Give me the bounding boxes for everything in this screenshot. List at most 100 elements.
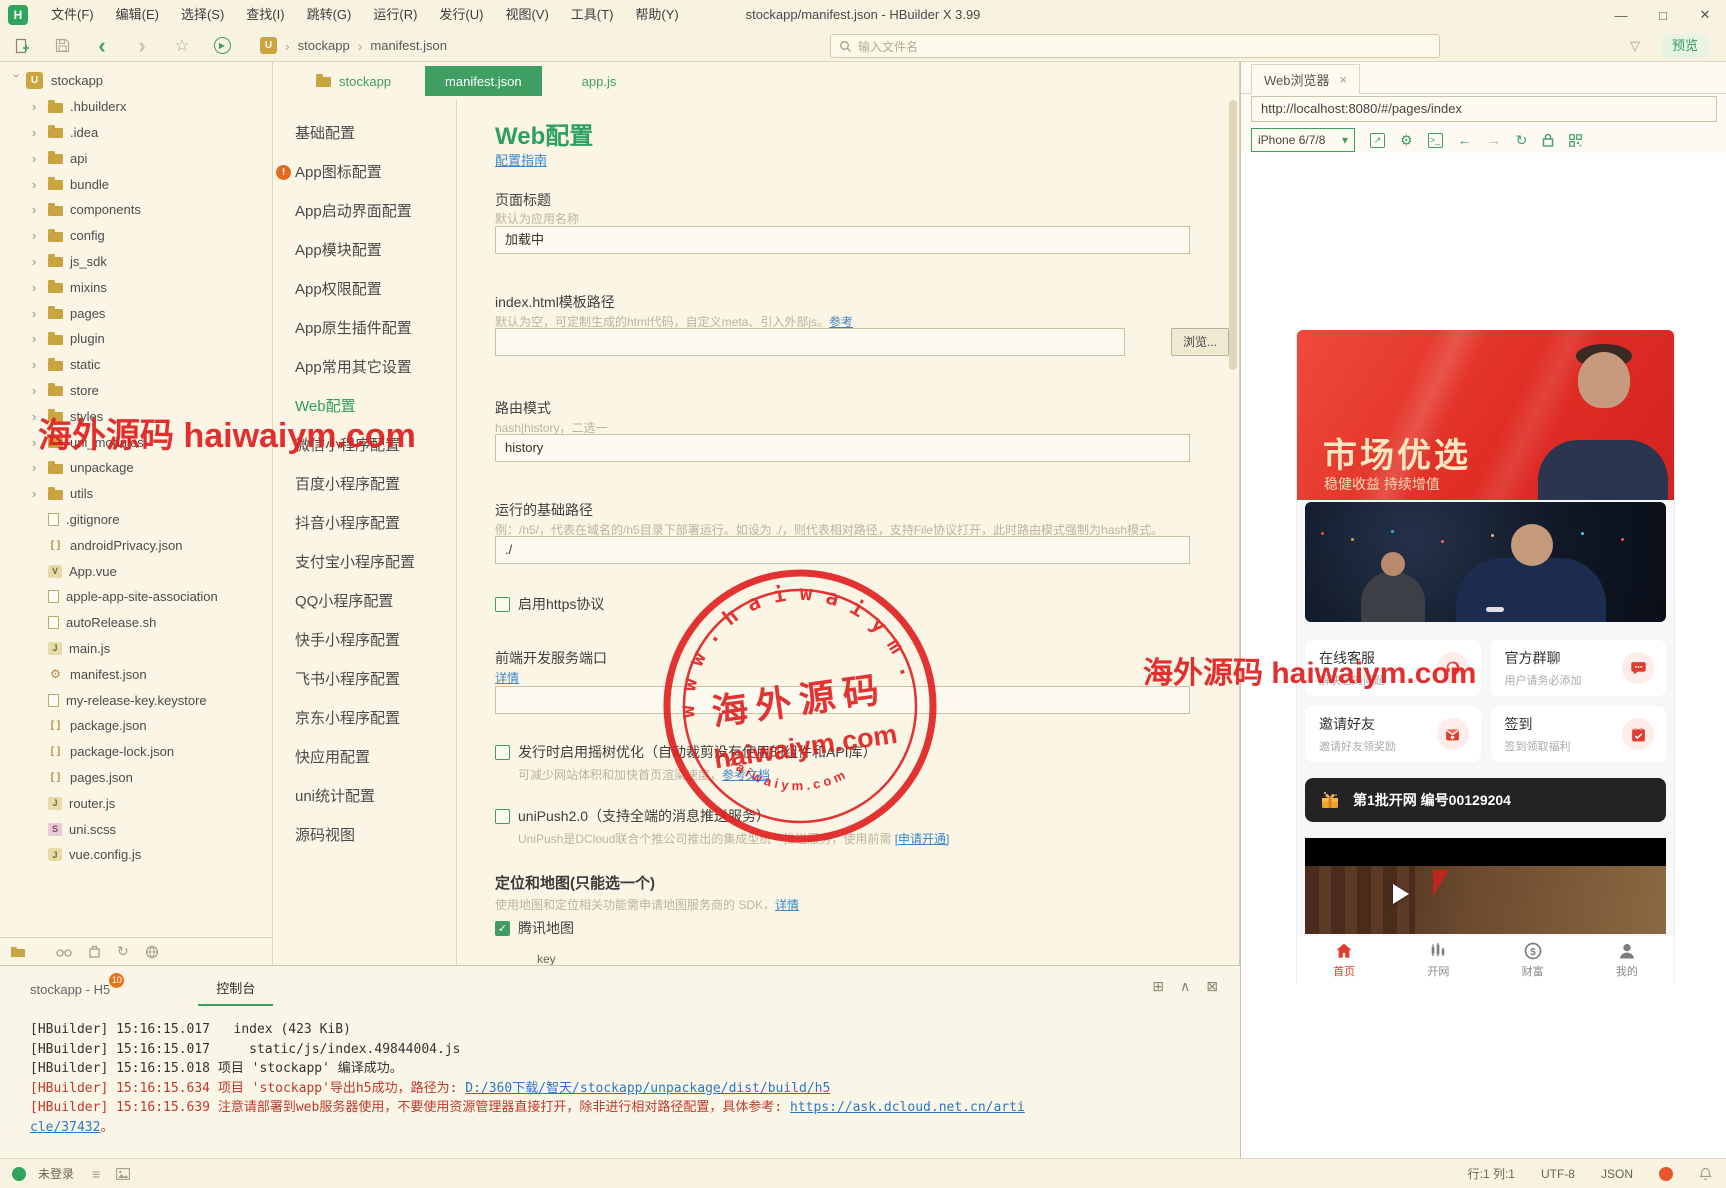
save-icon[interactable] (52, 36, 72, 56)
checkbox-unchecked-icon[interactable] (495, 745, 510, 760)
tree-item-autoRelease.sh[interactable]: autoRelease.sh (0, 610, 272, 636)
map-detail-link[interactable]: 详情 (775, 898, 799, 912)
nav-item-我的[interactable]: 我的 (1580, 936, 1674, 983)
browse-button[interactable]: 浏览... (1171, 328, 1229, 356)
tree-item-.hbuilderx[interactable]: ›.hbuilderx (0, 94, 272, 120)
maximize-button[interactable]: □ (1642, 0, 1684, 30)
template-path-input[interactable] (495, 328, 1125, 356)
devtools-console-icon[interactable]: >_ (1428, 133, 1443, 148)
section-item-飞书小程序配置[interactable]: 飞书小程序配置 (273, 660, 456, 699)
menu-item-4[interactable]: 跳转(G) (296, 0, 363, 30)
https-checkbox-row[interactable]: 启用https协议 (495, 594, 604, 614)
tree-item-package-lock.json[interactable]: [ ]package-lock.json (0, 739, 272, 765)
menu-item-2[interactable]: 选择(S) (170, 0, 235, 30)
menu-item-7[interactable]: 视图(V) (494, 0, 559, 30)
close-icon[interactable]: × (1340, 72, 1348, 87)
project-manager-icon[interactable] (10, 945, 26, 958)
login-status-icon[interactable] (12, 1167, 26, 1181)
section-item-快应用配置[interactable]: 快应用配置 (273, 738, 456, 777)
tree-item-store[interactable]: ›store (0, 378, 272, 404)
browser-globe-icon[interactable] (145, 945, 159, 959)
video-thumbnail[interactable] (1305, 502, 1666, 622)
settings-gear-icon[interactable]: ⚙ (1400, 132, 1413, 149)
console-link[interactable]: https://ask.dcloud.net.cn/arti (790, 1100, 1025, 1115)
run-icon[interactable]: ▶ (212, 36, 232, 56)
dev-port-detail-link[interactable]: 详情 (495, 669, 519, 686)
lock-icon[interactable] (1542, 133, 1554, 147)
news-media-block[interactable] (1305, 838, 1666, 934)
section-item-快手小程序配置[interactable]: 快手小程序配置 (273, 621, 456, 660)
notice-banner[interactable]: 第1批开网 编号00129204 (1305, 778, 1666, 822)
tree-item-components[interactable]: ›components (0, 197, 272, 223)
file-search-input[interactable]: 输入文件名 (830, 34, 1440, 58)
section-item-源码视图[interactable]: 源码视图 (273, 816, 456, 855)
tab-app-js[interactable]: app.js (582, 74, 617, 89)
search-binoculars-icon[interactable] (56, 946, 72, 958)
tree-item-uni.scss[interactable]: Suni.scss (0, 816, 272, 842)
forward-icon[interactable]: › (132, 36, 152, 56)
checkbox-unchecked-icon[interactable] (495, 597, 510, 612)
config-guide-link[interactable]: 配置指南 (495, 150, 547, 169)
tree-item-config[interactable]: ›config (0, 223, 272, 249)
tree-item-main.js[interactable]: Jmain.js (0, 636, 272, 662)
reference-link[interactable]: 参考 (829, 315, 853, 329)
console-link[interactable]: D:/360下载/智天/stockapp/unpackage/dist/buil… (465, 1081, 830, 1096)
tencent-map-checkbox-row[interactable]: ✓ 腾讯地图 (495, 918, 574, 938)
open-in-window-icon[interactable]: ⊞ (1152, 978, 1164, 995)
card-官方群聊[interactable]: 官方群聊用户请务必添加 (1491, 640, 1667, 696)
collapse-panel-icon[interactable]: ∧ (1180, 978, 1190, 995)
tab-web-browser[interactable]: Web浏览器 × (1251, 64, 1360, 94)
tree-item-manifest.json[interactable]: ⚙manifest.json (0, 661, 272, 687)
device-select[interactable]: iPhone 6/7/8 ▾ (1251, 128, 1355, 152)
tab-manifest-json[interactable]: manifest.json (425, 66, 542, 96)
tree-item-plugin[interactable]: ›plugin (0, 326, 272, 352)
tree-item-pages.json[interactable]: [ ]pages.json (0, 765, 272, 791)
section-item-京东小程序配置[interactable]: 京东小程序配置 (273, 699, 456, 738)
promo-banner[interactable]: 市场优选 稳健收益 持续增值 (1297, 330, 1674, 500)
tree-item-unpackage[interactable]: ›unpackage (0, 455, 272, 481)
tree-item-.idea[interactable]: ›.idea (0, 120, 272, 146)
url-input[interactable]: http://localhost:8080/#/pages/index (1251, 96, 1717, 122)
qrcode-icon[interactable] (1569, 134, 1582, 147)
section-item-uni统计配置[interactable]: uni统计配置 (273, 777, 456, 816)
tab-stockapp[interactable]: stockapp (314, 74, 391, 89)
open-in-browser-icon[interactable]: ↗ (1370, 133, 1385, 148)
nav-item-开网[interactable]: 开网 (1391, 936, 1485, 983)
new-file-icon[interactable] (12, 36, 32, 56)
section-item-App权限配置[interactable]: App权限配置 (273, 270, 456, 309)
bell-icon[interactable] (1699, 1167, 1712, 1181)
preview-button[interactable]: 预览 (1662, 34, 1708, 58)
console-tab-console[interactable]: 控制台 (198, 972, 273, 1006)
section-item-QQ小程序配置[interactable]: QQ小程序配置 (273, 582, 456, 621)
menu-item-5[interactable]: 运行(R) (362, 0, 428, 30)
section-item-App图标配置[interactable]: App图标配置! (273, 153, 456, 192)
nav-item-财富[interactable]: $财富 (1486, 936, 1580, 983)
section-item-App常用其它设置[interactable]: App常用其它设置 (273, 348, 456, 387)
list-view-icon[interactable]: ≡ (92, 1166, 100, 1182)
file-encoding[interactable]: UTF-8 (1541, 1167, 1575, 1181)
tree-item-js_sdk[interactable]: ›js_sdk (0, 249, 272, 275)
tree-item-mixins[interactable]: ›mixins (0, 274, 272, 300)
menu-item-8[interactable]: 工具(T) (560, 0, 625, 30)
login-status[interactable]: 未登录 (38, 1165, 74, 1182)
checkbox-checked-icon[interactable]: ✓ (495, 921, 510, 936)
close-button[interactable]: ✕ (1684, 0, 1726, 30)
cursor-position[interactable]: 行:1 列:1 (1468, 1165, 1515, 1182)
tree-item-vue.config.js[interactable]: Jvue.config.js (0, 842, 272, 868)
breadcrumb-file[interactable]: manifest.json (370, 38, 447, 53)
bookmark-star-icon[interactable]: ☆ (172, 36, 192, 56)
checkbox-unchecked-icon[interactable] (495, 809, 510, 824)
page-title-input[interactable]: 加载中 (495, 226, 1190, 254)
tree-item-my-release-key.keystore[interactable]: my-release-key.keystore (0, 687, 272, 713)
tree-item-bundle[interactable]: ›bundle (0, 171, 272, 197)
image-preview-icon[interactable] (116, 1168, 130, 1180)
tree-item-router.js[interactable]: Jrouter.js (0, 790, 272, 816)
tree-item-.gitignore[interactable]: .gitignore (0, 507, 272, 533)
tree-item-package.json[interactable]: [ ]package.json (0, 713, 272, 739)
section-item-百度小程序配置[interactable]: 百度小程序配置 (273, 465, 456, 504)
tree-item-utils[interactable]: ›utils (0, 481, 272, 507)
clear-console-icon[interactable]: ⊠ (1206, 978, 1218, 995)
section-item-App原生插件配置[interactable]: App原生插件配置 (273, 309, 456, 348)
back-icon[interactable]: ‹ (92, 36, 112, 56)
tree-item-static[interactable]: ›static (0, 352, 272, 378)
